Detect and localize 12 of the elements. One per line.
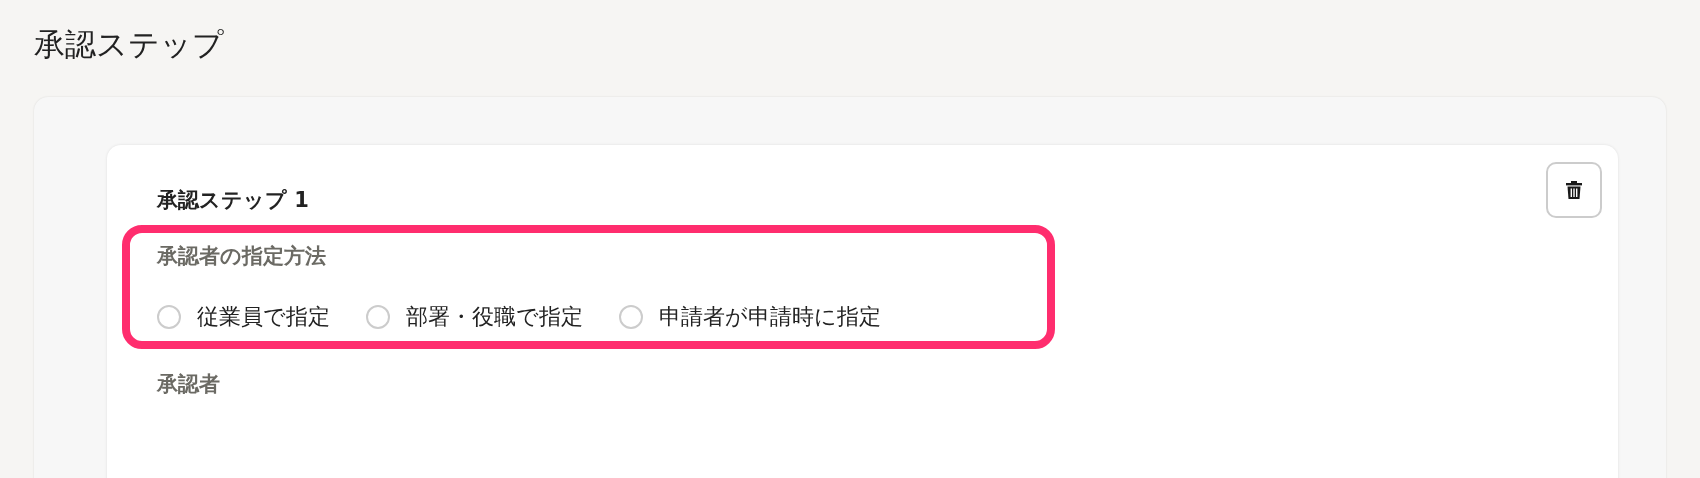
radio-option[interactable]: 部署・役職で指定 xyxy=(366,301,583,333)
radio-option[interactable]: 従業員で指定 xyxy=(157,301,330,333)
radio-button[interactable] xyxy=(366,305,390,329)
radio-option[interactable]: 申請者が申請時に指定 xyxy=(619,301,881,333)
page-title: 承認ステップ xyxy=(34,25,225,64)
trash-icon xyxy=(1566,181,1582,199)
radio-button[interactable] xyxy=(157,305,181,329)
field-label: 承認者 xyxy=(157,371,221,398)
field-label: 承認者の指定方法 xyxy=(157,243,327,270)
radio-button[interactable] xyxy=(619,305,643,329)
step-title: 承認ステップ 1 xyxy=(157,187,310,214)
delete-button[interactable] xyxy=(1546,162,1602,218)
